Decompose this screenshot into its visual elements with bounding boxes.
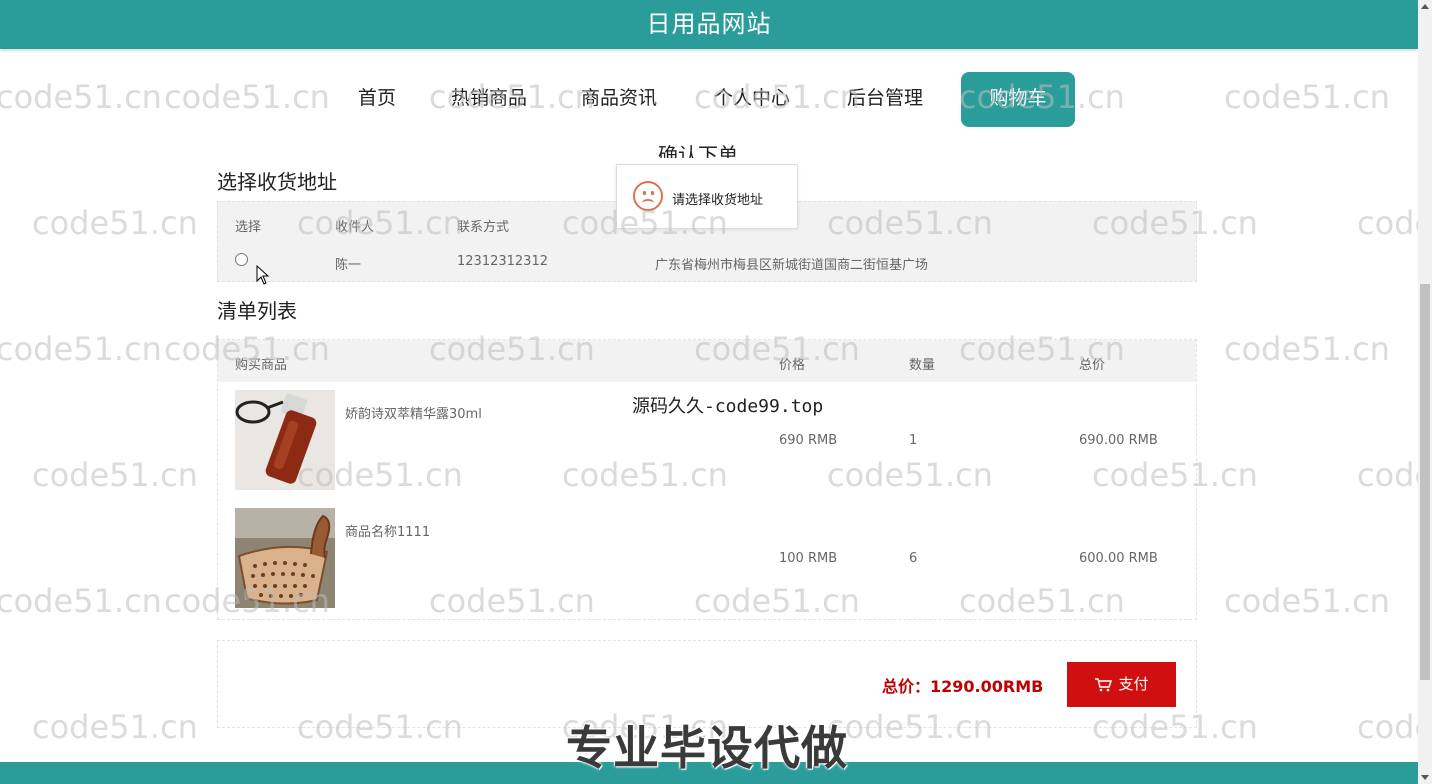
watermark: code51.cn <box>1357 456 1418 494</box>
column-header-recipient: 收件人 <box>335 220 375 235</box>
scroll-down-icon[interactable] <box>1421 775 1429 780</box>
mouse-cursor-icon <box>256 265 270 285</box>
top-header-bar: 日用品网站 <box>0 0 1418 49</box>
recipient-name: 陈一 <box>335 258 362 273</box>
product-price: 690 RMB <box>779 433 838 448</box>
watermark: code51.cn <box>1357 204 1418 242</box>
product-image[interactable] <box>235 390 335 490</box>
product-total: 600.00 RMB <box>1079 551 1158 566</box>
watermark: code51.cn <box>1357 708 1418 746</box>
banner-overlay-text: 专业毕设代做 <box>566 721 848 775</box>
order-list-header: 购买商品 价格 数量 总价 <box>218 340 1196 382</box>
order-list-title: 清单列表 <box>217 299 297 323</box>
site-title: 日用品网站 <box>646 10 772 38</box>
watermark: code51.cn <box>32 204 198 242</box>
toast-text: 请选择收货地址 <box>672 193 764 208</box>
product-quantity: 6 <box>909 551 918 566</box>
order-list-table: 购买商品 价格 数量 总价 娇韵诗双萃精华露30ml 690 RMB 1 690… <box>217 339 1197 620</box>
nav-item-personal-center[interactable]: 个人中心 <box>714 72 790 127</box>
watermark: code51.cn <box>1224 330 1390 368</box>
toast-message: 请选择收货地址 <box>616 164 798 229</box>
total-price: 总价：1290.00RMB <box>882 677 1044 696</box>
watermark: code51.cn <box>32 456 198 494</box>
pay-button-label: 支付 <box>1118 676 1149 693</box>
watermark: code51.cn <box>32 708 198 746</box>
address-select-radio[interactable] <box>235 253 248 266</box>
column-header-contact: 联系方式 <box>457 220 510 235</box>
column-header-price: 价格 <box>779 358 806 373</box>
recipient-address: 广东省梅州市梅县区新城街道国商二街恒基广场 <box>655 258 929 273</box>
main-nav: 首页 热销商品 商品资讯 个人中心 后台管理 购物车 <box>0 72 1418 127</box>
watermark: code51.cn <box>1224 582 1390 620</box>
column-header-product: 购买商品 <box>235 358 288 373</box>
page-heading: 确认下单 <box>658 143 738 158</box>
nav-item-home[interactable]: 首页 <box>358 72 396 127</box>
column-header-select: 选择 <box>235 220 262 235</box>
nav-item-hot-products[interactable]: 热销商品 <box>451 72 527 127</box>
watermark: code51.cn <box>0 582 162 620</box>
nav-item-cart[interactable]: 购物车 <box>961 72 1075 127</box>
scroll-up-icon[interactable] <box>1421 4 1429 9</box>
source-overlay-text: 源码久久-code99.top <box>632 396 824 417</box>
vertical-scrollbar[interactable] <box>1418 0 1432 784</box>
pay-button[interactable]: 支付 <box>1067 662 1176 707</box>
address-section-title: 选择收货地址 <box>217 170 337 194</box>
product-image[interactable] <box>235 508 335 608</box>
column-header-quantity: 数量 <box>909 358 936 373</box>
nav-item-admin[interactable]: 后台管理 <box>847 72 923 127</box>
product-name[interactable]: 娇韵诗双萃精华露30ml <box>345 403 482 422</box>
nav-item-news[interactable]: 商品资讯 <box>581 72 657 127</box>
column-header-total: 总价 <box>1079 358 1106 373</box>
product-price: 100 RMB <box>779 551 838 566</box>
product-total: 690.00 RMB <box>1079 433 1158 448</box>
scrollbar-thumb[interactable] <box>1420 284 1430 680</box>
sad-face-icon <box>633 181 663 211</box>
recipient-phone: 12312312312 <box>457 254 548 269</box>
watermark: code51.cn <box>0 330 162 368</box>
product-quantity: 1 <box>909 433 918 448</box>
product-name[interactable]: 商品名称1111 <box>345 521 430 540</box>
cart-icon <box>1095 678 1113 692</box>
